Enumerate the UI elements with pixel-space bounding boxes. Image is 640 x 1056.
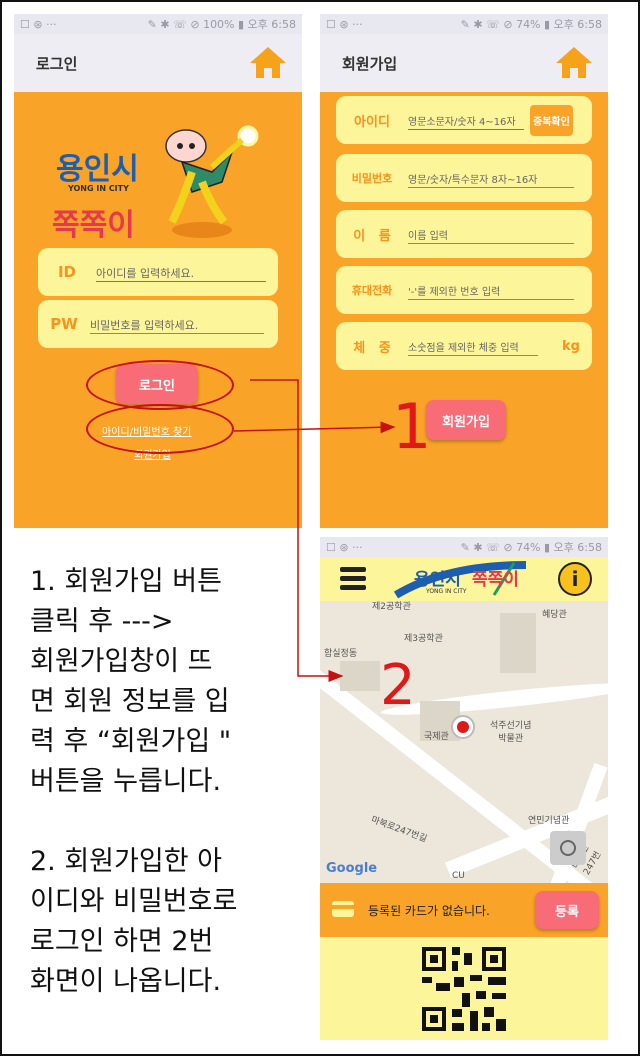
field-placeholder: 영문/숫자/특수문자 8자~16자 [408,175,538,186]
map-poi: 혜당관 [542,610,567,620]
name-input[interactable]: 이름 입력 [408,224,574,244]
password-input[interactable]: 영문/숫자/특수문자 8자~16자 [408,168,574,188]
status-bar: ☐ ⊛ ··· ✎ ✱ ☏ ⊘ 74% ▮ 오후 6:58 [320,537,608,557]
register-card-button[interactable]: 등록 [535,891,599,929]
map-building [500,613,536,673]
logo-brand: 쪽쪽이 [52,208,135,243]
signup-button[interactable]: 회원가입 [426,400,506,440]
logo-title: 용인시 [56,152,139,187]
page-title: 회원가입 [342,54,398,73]
map-poi: 마북로247번길 [369,815,429,845]
phone-field[interactable]: 휴대전화 '-'를 제외한 번호 입력 [336,266,592,314]
id-field[interactable]: ID 아이디를 입력하세요. [38,248,278,296]
map-logo-sub: YONG IN CITY [426,588,467,595]
field-label: 휴대전화 [351,284,393,297]
instructions-text: 1. 회원가입 버튼 클릭 후 ---> 회원가입창이 뜨 면 회원 정보를 입… [30,566,238,997]
pw-input[interactable]: 비밀번호를 입력하세요. [90,314,264,334]
map-logo: 용인시 쪽쪽이 YONG IN CITY [386,559,536,599]
field-label: 아이디 [354,114,390,130]
field-placeholder: 영문소문자/숫자 4~16자 [408,117,516,128]
info-icon[interactable]: i [558,562,592,596]
status-left: ☐ ⊛ ··· [20,17,57,31]
map-logo-title: 용인시 [414,570,461,590]
home-icon[interactable] [250,47,286,79]
status-right: ✎ ✱ ☏ ⊘ 74% ▮ 오후 6:58 [460,541,602,554]
card-bar: 등록된 카드가 없습니다. 등록 [320,883,608,937]
map-view[interactable]: 제2공학관 혜당관 제3공학관 함실정동 석주선기념 박물관 국제관 연민기념관… [320,601,608,883]
logo: 용인시 YONG IN CITY 쪽쪽이 [52,122,262,243]
login-body: 용인시 YONG IN CITY 쪽쪽이 ID 아이디를 입력하세요. PW 비… [14,92,302,528]
app-bar: 로그인 [14,34,302,92]
status-right: ✎ ✱ ☏ ⊘ 100% ▮ 오후 6:58 [147,18,296,31]
map-logo-brand: 쪽쪽이 [472,570,519,590]
status-left: ☐ ⊛ ··· [326,540,363,554]
page-title: 로그인 [36,54,78,73]
duplicate-check-button[interactable]: 중복확인 [530,104,573,136]
map-building [340,661,380,691]
location-marker-icon [451,715,475,739]
field-placeholder: 소숫점을 제외한 체중 입력 [408,343,519,354]
status-bar: ☐ ⊛ ··· ✎ ✱ ☏ ⊘ 100% ▮ 오후 6:58 [14,14,302,34]
userid-input[interactable]: 영문소문자/숫자 4~16자 [408,110,524,130]
map-poi: 제3공학관 [404,634,443,644]
field-label: 체 중 [353,340,391,356]
step-1-label: 1 [392,390,432,463]
map-app-bar: 용인시 쪽쪽이 YONG IN CITY i [320,557,608,601]
login-button-highlight [86,360,234,410]
weight-unit: kg [562,338,580,354]
id-placeholder: 아이디를 입력하세요. [96,267,195,280]
weight-input[interactable]: 소숫점을 제외한 체중 입력 [408,336,538,356]
pw-label: PW [50,315,78,333]
status-bar: ☐ ⊛ ··· ✎ ✱ ☏ ⊘ 74% ▮ 오후 6:58 [320,14,608,34]
mascot-icon [165,125,259,238]
find-link-highlight [86,404,234,454]
card-status-text: 등록된 카드가 없습니다. [368,904,490,918]
card-icon [332,901,354,917]
home-icon[interactable] [556,47,592,79]
field-placeholder: 이름 입력 [408,231,448,242]
step-2-label: 2 [380,653,416,718]
weight-field[interactable]: 체 중 소숫점을 제외한 체중 입력 kg [336,322,592,370]
map-poi: 제2공학관 [372,602,411,612]
qr-code-icon [422,947,506,1031]
name-field[interactable]: 이 름 이름 입력 [336,210,592,258]
menu-icon[interactable] [340,567,366,591]
map-poi: 국제관 [424,732,449,742]
map-poi: 석주선기념 박물관 [490,721,532,744]
logo-sub: YONG IN CITY [68,184,129,193]
my-location-icon[interactable] [550,831,586,865]
id-label: ID [57,263,77,281]
google-logo: Google [326,861,378,876]
status-right: ✎ ✱ ☏ ⊘ 74% ▮ 오후 6:58 [460,18,602,31]
pw-placeholder: 비밀번호를 입력하세요. [90,319,199,332]
pw-field[interactable]: PW 비밀번호를 입력하세요. [38,300,278,348]
qr-panel [320,937,608,1040]
field-label: 이 름 [353,228,391,244]
signup-screen: ☐ ⊛ ··· ✎ ✱ ☏ ⊘ 74% ▮ 오후 6:58 회원가입 아이디 영문… [320,14,608,528]
map-poi: 연민기념관 [528,816,570,826]
field-placeholder: '-'를 제외한 번호 입력 [408,287,501,298]
phone-input[interactable]: '-'를 제외한 번호 입력 [408,280,574,300]
userid-field[interactable]: 아이디 영문소문자/숫자 4~16자 중복확인 [336,96,592,144]
map-poi: CU [452,871,465,881]
signup-body: 아이디 영문소문자/숫자 4~16자 중복확인 비밀번호 영문/숫자/특수문자 … [320,92,608,528]
map-screen: ☐ ⊛ ··· ✎ ✱ ☏ ⊘ 74% ▮ 오후 6:58 용인시 쪽쪽이 YON… [320,537,608,1040]
app-bar: 회원가입 [320,34,608,92]
password-field[interactable]: 비밀번호 영문/숫자/특수문자 8자~16자 [336,154,592,202]
status-left: ☐ ⊛ ··· [326,17,363,31]
id-input[interactable]: 아이디를 입력하세요. [96,262,266,282]
map-poi: 함실정동 [324,649,358,659]
field-label: 비밀번호 [351,172,393,185]
